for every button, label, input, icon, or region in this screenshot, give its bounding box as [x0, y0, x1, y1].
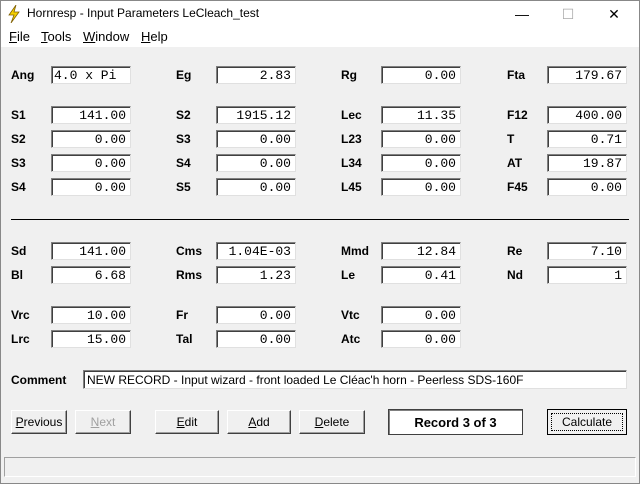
window-title: Hornresp - Input Parameters LeCleach_tes…	[27, 6, 260, 20]
previous-button-label: Previous	[15, 415, 63, 429]
label-cms: Cms	[176, 244, 203, 258]
label-f45: F45	[507, 180, 528, 194]
label-comment: Comment	[11, 373, 67, 387]
label-f12: F12	[507, 108, 528, 122]
field-lec[interactable]: 11.35	[381, 106, 461, 124]
field-re[interactable]: 7.10	[547, 242, 627, 260]
field-l23[interactable]: 0.00	[381, 130, 461, 148]
field-sd[interactable]: 141.00	[51, 242, 131, 260]
field-s1[interactable]: 141.00	[51, 106, 131, 124]
label-s3-lower: S3	[11, 156, 26, 170]
label-eg: Eg	[176, 68, 192, 82]
field-nd[interactable]: 1	[547, 266, 627, 284]
field-s2[interactable]: 1915.12	[216, 106, 296, 124]
maximize-button[interactable]: ☐	[545, 1, 591, 27]
menu-file[interactable]: File	[9, 29, 30, 44]
lightning-icon	[8, 5, 20, 23]
menu-bar: File Tools Window Help	[1, 27, 639, 47]
field-s4[interactable]: 0.00	[216, 154, 296, 172]
field-s3-lower[interactable]: 0.00	[51, 154, 131, 172]
calculate-button[interactable]: Calculate	[547, 409, 627, 435]
label-sd: Sd	[11, 244, 27, 258]
field-t[interactable]: 0.71	[547, 130, 627, 148]
field-rms[interactable]: 1.23	[216, 266, 296, 284]
field-vrc[interactable]: 10.00	[51, 306, 131, 324]
field-fta[interactable]: 179.67	[547, 66, 627, 84]
label-s1: S1	[11, 108, 26, 122]
label-at: AT	[507, 156, 523, 170]
next-button-label: Next	[90, 415, 116, 429]
label-s3: S3	[176, 132, 191, 146]
field-lrc[interactable]: 15.00	[51, 330, 131, 348]
label-rms: Rms	[176, 268, 203, 282]
input-parameters-window: Hornresp - Input Parameters LeCleach_tes…	[0, 0, 640, 484]
field-l45[interactable]: 0.00	[381, 178, 461, 196]
field-s5[interactable]: 0.00	[216, 178, 296, 196]
add-button-label: Add	[248, 415, 270, 429]
status-bar	[4, 457, 636, 477]
field-f12[interactable]: 400.00	[547, 106, 627, 124]
section-divider	[11, 219, 629, 220]
field-s2-lower[interactable]: 0.00	[51, 130, 131, 148]
field-le[interactable]: 0.41	[381, 266, 461, 284]
field-tal[interactable]: 0.00	[216, 330, 296, 348]
label-s2-lower: S2	[11, 132, 26, 146]
label-t: T	[507, 132, 515, 146]
label-s2: S2	[176, 108, 191, 122]
edit-button[interactable]: Edit	[155, 410, 219, 434]
delete-button-label: Delete	[314, 415, 350, 429]
label-nd: Nd	[507, 268, 523, 282]
add-button[interactable]: Add	[227, 410, 291, 434]
label-ang: Ang	[11, 68, 35, 82]
label-bl: Bl	[11, 268, 23, 282]
field-f45[interactable]: 0.00	[547, 178, 627, 196]
label-mmd: Mmd	[341, 244, 369, 258]
label-lec: Lec	[341, 108, 362, 122]
menu-window[interactable]: Window	[83, 29, 129, 44]
record-status: Record 3 of 3	[388, 409, 523, 435]
field-bl[interactable]: 6.68	[51, 266, 131, 284]
field-s3[interactable]: 0.00	[216, 130, 296, 148]
label-rg: Rg	[341, 68, 357, 82]
label-atc: Atc	[341, 332, 361, 346]
label-vrc: Vrc	[11, 308, 30, 322]
focus-rectangle	[551, 413, 623, 431]
field-vtc[interactable]: 0.00	[381, 306, 461, 324]
close-button[interactable]: ✕	[591, 1, 637, 27]
field-at[interactable]: 19.87	[547, 154, 627, 172]
label-fr: Fr	[176, 308, 188, 322]
next-button[interactable]: Next	[75, 410, 131, 434]
field-fr[interactable]: 0.00	[216, 306, 296, 324]
menu-tools[interactable]: Tools	[41, 29, 71, 44]
field-eg[interactable]: 2.83	[216, 66, 296, 84]
field-s4-lower[interactable]: 0.00	[51, 178, 131, 196]
label-fta: Fta	[507, 68, 525, 82]
label-l45: L45	[341, 180, 362, 194]
previous-button[interactable]: Previous	[11, 410, 67, 434]
delete-button[interactable]: Delete	[299, 410, 365, 434]
label-s4: S4	[176, 156, 191, 170]
field-rg[interactable]: 0.00	[381, 66, 461, 84]
label-l34: L34	[341, 156, 362, 170]
label-s4-lower: S4	[11, 180, 26, 194]
field-cms[interactable]: 1.04E-03	[216, 242, 296, 260]
comment-field[interactable]: NEW RECORD - Input wizard - front loaded…	[83, 370, 627, 389]
label-tal: Tal	[176, 332, 193, 346]
title-bar: Hornresp - Input Parameters LeCleach_tes…	[1, 1, 639, 27]
minimize-button[interactable]: —	[499, 1, 545, 27]
label-l23: L23	[341, 132, 362, 146]
label-re: Re	[507, 244, 523, 258]
edit-button-label: Edit	[176, 415, 198, 429]
label-vtc: Vtc	[341, 308, 360, 322]
field-atc[interactable]: 0.00	[381, 330, 461, 348]
field-l34[interactable]: 0.00	[381, 154, 461, 172]
menu-help[interactable]: Help	[141, 29, 168, 44]
label-s5: S5	[176, 180, 191, 194]
field-mmd[interactable]: 12.84	[381, 242, 461, 260]
label-lrc: Lrc	[11, 332, 30, 346]
label-le: Le	[341, 268, 356, 282]
field-ang[interactable]: 4.0 x Pi	[51, 66, 131, 84]
